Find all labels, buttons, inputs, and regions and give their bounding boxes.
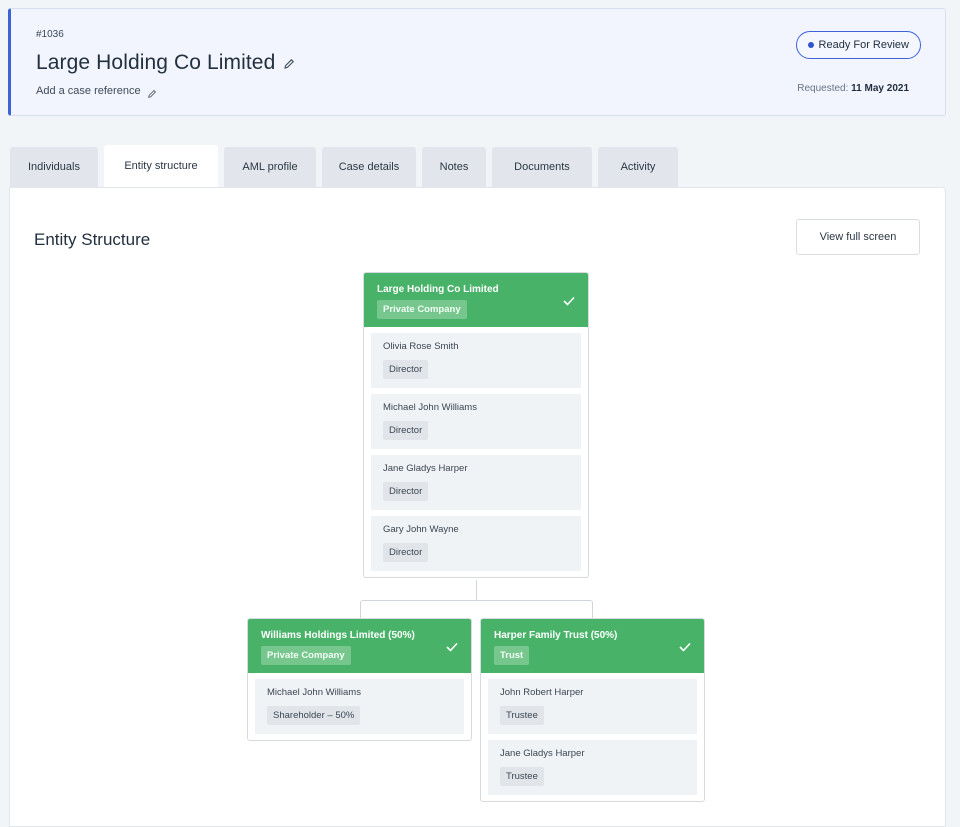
status-dot-icon bbox=[807, 42, 814, 48]
edit-title-icon[interactable] bbox=[283, 57, 295, 69]
requested-date-value: 11 May 2021 bbox=[851, 83, 909, 94]
status-label: Ready For Review bbox=[818, 39, 909, 51]
person-name: Michael John Williams bbox=[267, 687, 361, 698]
person-card[interactable]: John Robert Harper Trustee bbox=[488, 679, 697, 734]
tab-notes[interactable]: Notes bbox=[422, 147, 486, 187]
entity-type-tag: Trust bbox=[494, 646, 530, 665]
person-name: Gary John Wayne bbox=[383, 524, 459, 535]
person-card[interactable]: Michael John Williams Director bbox=[371, 394, 581, 449]
role-tag: Director bbox=[383, 421, 429, 440]
person-name: Jane Gladys Harper bbox=[383, 463, 468, 474]
tab-aml-profile[interactable]: AML profile bbox=[224, 147, 316, 187]
tab-case-details[interactable]: Case details bbox=[322, 147, 416, 187]
case-title-row: Large Holding Co Limited bbox=[36, 51, 295, 75]
verified-check-icon bbox=[679, 642, 691, 652]
role-tag: Director bbox=[383, 543, 429, 562]
role-tag: Trustee bbox=[500, 706, 544, 725]
entity-name: Large Holding Co Limited bbox=[377, 284, 499, 295]
entity-name: Harper Family Trust (50%) bbox=[494, 630, 618, 641]
role-tag: Shareholder – 50% bbox=[267, 706, 361, 725]
person-name: Olivia Rose Smith bbox=[383, 341, 459, 352]
person-name: John Robert Harper bbox=[500, 687, 584, 698]
entity-node-header: Williams Holdings Limited (50%) Private … bbox=[248, 619, 471, 673]
person-card[interactable]: Olivia Rose Smith Director bbox=[371, 333, 581, 388]
case-header: #1036 Large Holding Co Limited Add a cas… bbox=[8, 8, 946, 116]
view-full-screen-button[interactable]: View full screen bbox=[796, 219, 920, 255]
requested-label: Requested: bbox=[797, 83, 849, 94]
connector-trunk bbox=[476, 580, 477, 600]
entity-type-tag: Private Company bbox=[377, 300, 467, 319]
tab-individuals[interactable]: Individuals bbox=[10, 147, 98, 187]
entity-name: Williams Holdings Limited (50%) bbox=[261, 630, 415, 641]
status-badge[interactable]: Ready For Review bbox=[795, 31, 921, 59]
person-card[interactable]: Michael John Williams Shareholder – 50% bbox=[255, 679, 464, 734]
entity-node-header: Harper Family Trust (50%) Trust bbox=[481, 619, 704, 673]
person-card[interactable]: Jane Gladys Harper Trustee bbox=[488, 740, 697, 795]
person-name: Jane Gladys Harper bbox=[500, 748, 585, 759]
verified-check-icon bbox=[563, 296, 575, 306]
entity-people-list: Michael John Williams Shareholder – 50% bbox=[248, 673, 471, 740]
entity-node-child[interactable]: Harper Family Trust (50%) Trust John Rob… bbox=[480, 618, 705, 802]
entity-type-tag: Private Company bbox=[261, 646, 351, 665]
tab-activity[interactable]: Activity bbox=[598, 147, 678, 187]
entity-people-list: Olivia Rose Smith Director Michael John … bbox=[364, 327, 588, 577]
person-card[interactable]: Gary John Wayne Director bbox=[371, 516, 581, 571]
entity-node-root[interactable]: Large Holding Co Limited Private Company… bbox=[363, 272, 589, 578]
case-reference-row[interactable]: Add a case reference bbox=[36, 85, 157, 98]
entity-node-header: Large Holding Co Limited Private Company bbox=[364, 273, 588, 327]
entity-node-child[interactable]: Williams Holdings Limited (50%) Private … bbox=[247, 618, 472, 741]
person-card[interactable]: Jane Gladys Harper Director bbox=[371, 455, 581, 510]
requested-date: Requested: 11 May 2021 bbox=[797, 83, 909, 94]
role-tag: Director bbox=[383, 360, 429, 379]
tab-entity-structure[interactable]: Entity structure bbox=[104, 145, 218, 187]
tab-bar: Individuals Entity structure AML profile… bbox=[10, 145, 678, 187]
entity-people-list: John Robert Harper Trustee Jane Gladys H… bbox=[481, 673, 704, 801]
connector-branch bbox=[360, 600, 593, 618]
tab-documents[interactable]: Documents bbox=[492, 147, 592, 187]
edit-reference-icon[interactable] bbox=[147, 86, 157, 98]
role-tag: Trustee bbox=[500, 767, 544, 786]
section-title: Entity Structure bbox=[34, 230, 151, 249]
case-title: Large Holding Co Limited bbox=[36, 51, 276, 74]
role-tag: Director bbox=[383, 482, 429, 501]
case-number: #1036 bbox=[36, 29, 64, 40]
verified-check-icon bbox=[446, 642, 458, 652]
case-reference-link[interactable]: Add a case reference bbox=[36, 85, 141, 97]
person-name: Michael John Williams bbox=[383, 402, 477, 413]
